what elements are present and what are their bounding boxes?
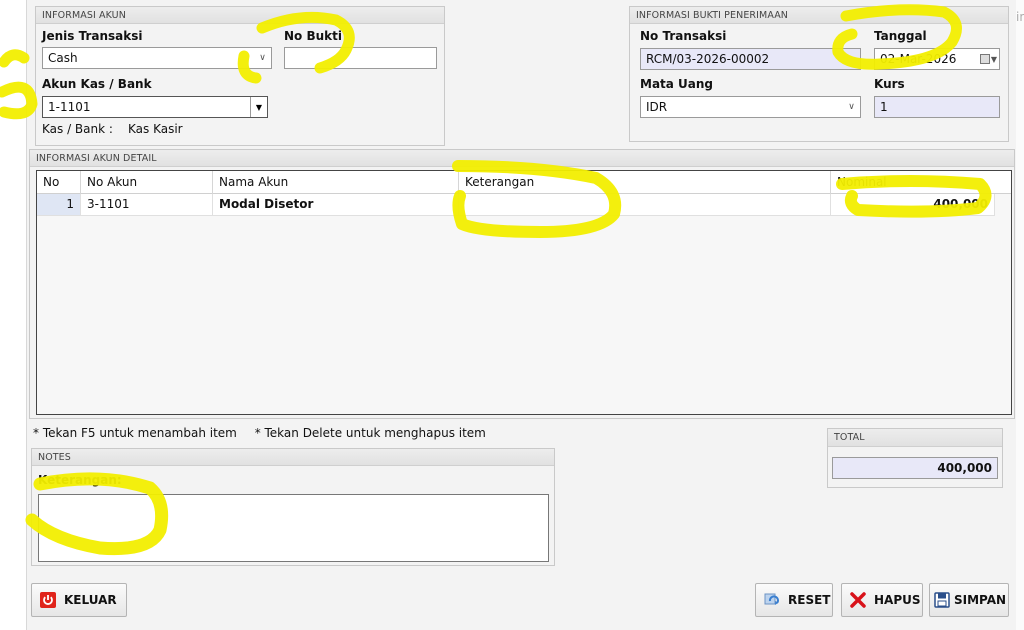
penerimaan-kas-form: INFORMASI AKUN Jenis Transaksi Cash ∨ No… xyxy=(26,0,1016,630)
informasi-akun-group: INFORMASI AKUN Jenis Transaksi Cash ∨ No… xyxy=(35,6,445,146)
refresh-icon xyxy=(764,592,780,608)
notes-title: NOTES xyxy=(32,449,554,466)
tanggal-date-picker[interactable]: 02-Mar-2026 ▼ xyxy=(874,48,1000,70)
informasi-bukti-group: INFORMASI BUKTI PENERIMAAN No Transaksi … xyxy=(629,6,1009,142)
keterangan-textarea[interactable] xyxy=(38,494,549,562)
cell-no-akun[interactable]: 3-1101 xyxy=(81,194,213,216)
keluar-button[interactable]: KELUAR xyxy=(31,583,127,617)
hint-f5: * Tekan F5 untuk menambah item xyxy=(33,426,237,440)
floppy-disk-icon xyxy=(934,592,950,608)
total-title: TOTAL xyxy=(828,429,1002,447)
informasi-akun-title: INFORMASI AKUN xyxy=(36,7,444,24)
informasi-bukti-title: INFORMASI BUKTI PENERIMAAN xyxy=(630,7,1008,24)
cell-keterangan[interactable] xyxy=(459,194,831,216)
cell-no[interactable]: 1 xyxy=(37,194,81,216)
column-header-no-akun[interactable]: No Akun xyxy=(81,171,213,194)
column-header-nominal[interactable]: Nominal xyxy=(831,171,995,194)
keterangan-label: Keterangan: xyxy=(38,473,122,487)
akun-kas-combo[interactable]: 1-1101 ▼ xyxy=(42,96,268,118)
akun-kas-value: 1-1101 xyxy=(48,100,91,114)
simpan-button[interactable]: SIMPAN xyxy=(929,583,1009,617)
no-transaksi-label: No Transaksi xyxy=(640,29,727,43)
mata-uang-select[interactable]: IDR ∨ xyxy=(640,96,861,118)
table-row[interactable]: 1 3-1101 Modal Disetor 400,000 xyxy=(37,194,1011,216)
notes-group: NOTES Keterangan: xyxy=(31,448,555,566)
tanggal-value: 02-Mar-2026 xyxy=(880,52,957,66)
mata-uang-value: IDR xyxy=(646,100,668,114)
cell-nominal[interactable]: 400,000 xyxy=(831,194,995,216)
grid-header: No No Akun Nama Akun Keterangan Nominal xyxy=(37,171,1011,194)
no-transaksi-field[interactable]: RCM/03-2026-00002 xyxy=(640,48,861,70)
keluar-label: KELUAR xyxy=(64,593,117,607)
hint-delete: * Tekan Delete untuk menghapus item xyxy=(254,426,486,440)
delete-x-icon xyxy=(850,592,866,608)
total-value: 400,000 xyxy=(832,457,998,479)
no-bukti-label: No Bukti xyxy=(284,29,342,43)
keyboard-hints: * Tekan F5 untuk menambah item * Tekan D… xyxy=(33,426,500,440)
no-bukti-input[interactable] xyxy=(284,47,437,69)
kurs-input[interactable]: 1 xyxy=(874,96,1000,118)
kas-bank-value: Kas Kasir xyxy=(128,122,183,136)
kurs-label: Kurs xyxy=(874,77,905,91)
hapus-button[interactable]: HAPUS xyxy=(841,583,923,617)
dropdown-arrow-icon[interactable]: ▼ xyxy=(250,97,267,117)
background-window-edge: in xyxy=(1016,0,1024,630)
informasi-akun-detail-title: INFORMASI AKUN DETAIL xyxy=(30,150,1014,167)
jenis-transaksi-label: Jenis Transaksi xyxy=(42,29,143,43)
reset-button[interactable]: RESET xyxy=(755,583,833,617)
informasi-akun-detail-group: INFORMASI AKUN DETAIL No No Akun Nama Ak… xyxy=(29,149,1015,419)
simpan-label: SIMPAN xyxy=(954,593,1007,607)
column-header-keterangan[interactable]: Keterangan xyxy=(459,171,831,194)
total-group: TOTAL 400,000 xyxy=(827,428,1003,488)
chevron-down-icon[interactable]: ∨ xyxy=(254,48,271,68)
reset-label: RESET xyxy=(788,593,831,607)
power-icon xyxy=(40,592,56,608)
jenis-transaksi-value: Cash xyxy=(48,51,78,65)
hapus-label: HAPUS xyxy=(874,593,921,607)
tanggal-label: Tanggal xyxy=(874,29,927,43)
detail-grid[interactable]: No No Akun Nama Akun Keterangan Nominal … xyxy=(36,170,1012,415)
chevron-down-icon[interactable]: ∨ xyxy=(843,97,860,117)
column-header-no[interactable]: No xyxy=(37,171,81,194)
mata-uang-label: Mata Uang xyxy=(640,77,714,91)
akun-kas-label: Akun Kas / Bank xyxy=(42,77,152,91)
kas-bank-label: Kas / Bank : xyxy=(42,122,113,136)
cell-nama-akun[interactable]: Modal Disetor xyxy=(213,194,459,216)
column-header-nama-akun[interactable]: Nama Akun xyxy=(213,171,459,194)
calendar-icon[interactable]: ▼ xyxy=(975,51,997,67)
jenis-transaksi-select[interactable]: Cash ∨ xyxy=(42,47,272,69)
